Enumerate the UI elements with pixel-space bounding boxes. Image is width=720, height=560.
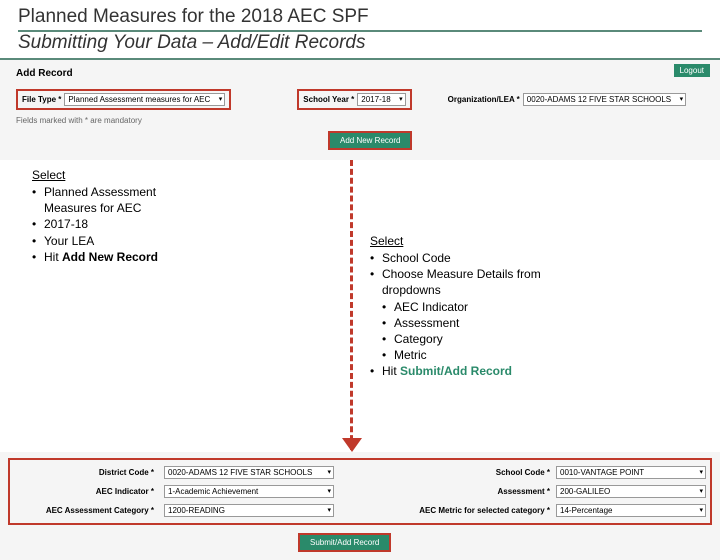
right-sub-2: Assessment — [370, 315, 680, 331]
left-instructions: Select Planned Assessment Measures for A… — [32, 168, 232, 265]
school-code-select[interactable]: 0010-VANTAGE POINT — [556, 466, 706, 479]
left-item-2: 2017-18 — [32, 216, 232, 232]
category-select[interactable]: 1200-READING — [164, 504, 334, 517]
aec-indicator-select[interactable]: 1-Academic Achievement — [164, 485, 334, 498]
file-type-select[interactable]: Planned Assessment measures for AEC — [64, 93, 225, 106]
mandatory-note: Fields marked with * are mandatory — [16, 116, 704, 125]
bottom-highlight-frame: District Code * 0020-ADAMS 12 FIVE STAR … — [8, 458, 712, 525]
add-record-heading: Add Record — [16, 68, 712, 79]
school-year-select[interactable]: 2017-18 — [357, 93, 405, 106]
right-sub-4: Metric — [370, 347, 680, 363]
right-instructions: Select School Code Choose Measure Detail… — [370, 234, 680, 380]
aec-indicator-label: AEC Indicator * — [14, 487, 154, 496]
right-item-1: School Code — [370, 250, 680, 266]
add-new-record-button[interactable]: Add New Record — [328, 131, 412, 150]
file-type-label: File Type * — [22, 95, 61, 104]
slide-title: Planned Measures for the 2018 AEC SPF — [18, 6, 702, 32]
metric-label: AEC Metric for selected category * — [390, 506, 550, 515]
right-item-2a: Choose Measure Details from — [370, 266, 680, 282]
assessment-select[interactable]: 200-GALILEO — [556, 485, 706, 498]
slide-header: Planned Measures for the 2018 AEC SPF Su… — [0, 0, 720, 60]
right-select-head: Select — [370, 234, 680, 248]
org-select[interactable]: 0020-ADAMS 12 FIVE STAR SCHOOLS — [523, 93, 686, 106]
left-item-1b: Measures for AEC — [32, 200, 232, 216]
left-item-3: Your LEA — [32, 233, 232, 249]
org-label: Organization/LEA * — [448, 95, 520, 104]
category-label: AEC Assessment Category * — [14, 506, 154, 515]
app-bottom-panel: District Code * 0020-ADAMS 12 FIVE STAR … — [0, 452, 720, 560]
submit-add-record-button[interactable]: Submit/Add Record — [298, 533, 391, 552]
app-top-panel: Logout Add Record File Type * Planned As… — [0, 60, 720, 160]
logout-button[interactable]: Logout — [674, 64, 710, 77]
dashed-arrow-line — [350, 160, 353, 450]
right-item-3: Hit Submit/Add Record — [370, 363, 680, 379]
school-year-group: School Year * 2017-18 — [297, 89, 411, 110]
metric-select[interactable]: 14-Percentage — [556, 504, 706, 517]
right-sub-1: AEC Indicator — [370, 299, 680, 315]
slide-subtitle: Submitting Your Data – Add/Edit Records — [18, 32, 702, 54]
arrow-down-icon — [342, 438, 362, 452]
school-year-label: School Year * — [303, 95, 354, 104]
district-select[interactable]: 0020-ADAMS 12 FIVE STAR SCHOOLS — [164, 466, 334, 479]
left-item-4: Hit Add New Record — [32, 249, 232, 265]
org-group: Organization/LEA * 0020-ADAMS 12 FIVE ST… — [448, 93, 687, 106]
body-area: Select Planned Assessment Measures for A… — [0, 160, 720, 452]
left-item-1a: Planned Assessment — [32, 184, 232, 200]
file-type-group: File Type * Planned Assessment measures … — [16, 89, 231, 110]
right-sub-3: Category — [370, 331, 680, 347]
assessment-label: Assessment * — [390, 487, 550, 496]
school-code-label: School Code * — [390, 468, 550, 477]
right-item-2b: dropdowns — [370, 282, 680, 298]
left-select-head: Select — [32, 168, 232, 182]
district-label: District Code * — [14, 468, 154, 477]
